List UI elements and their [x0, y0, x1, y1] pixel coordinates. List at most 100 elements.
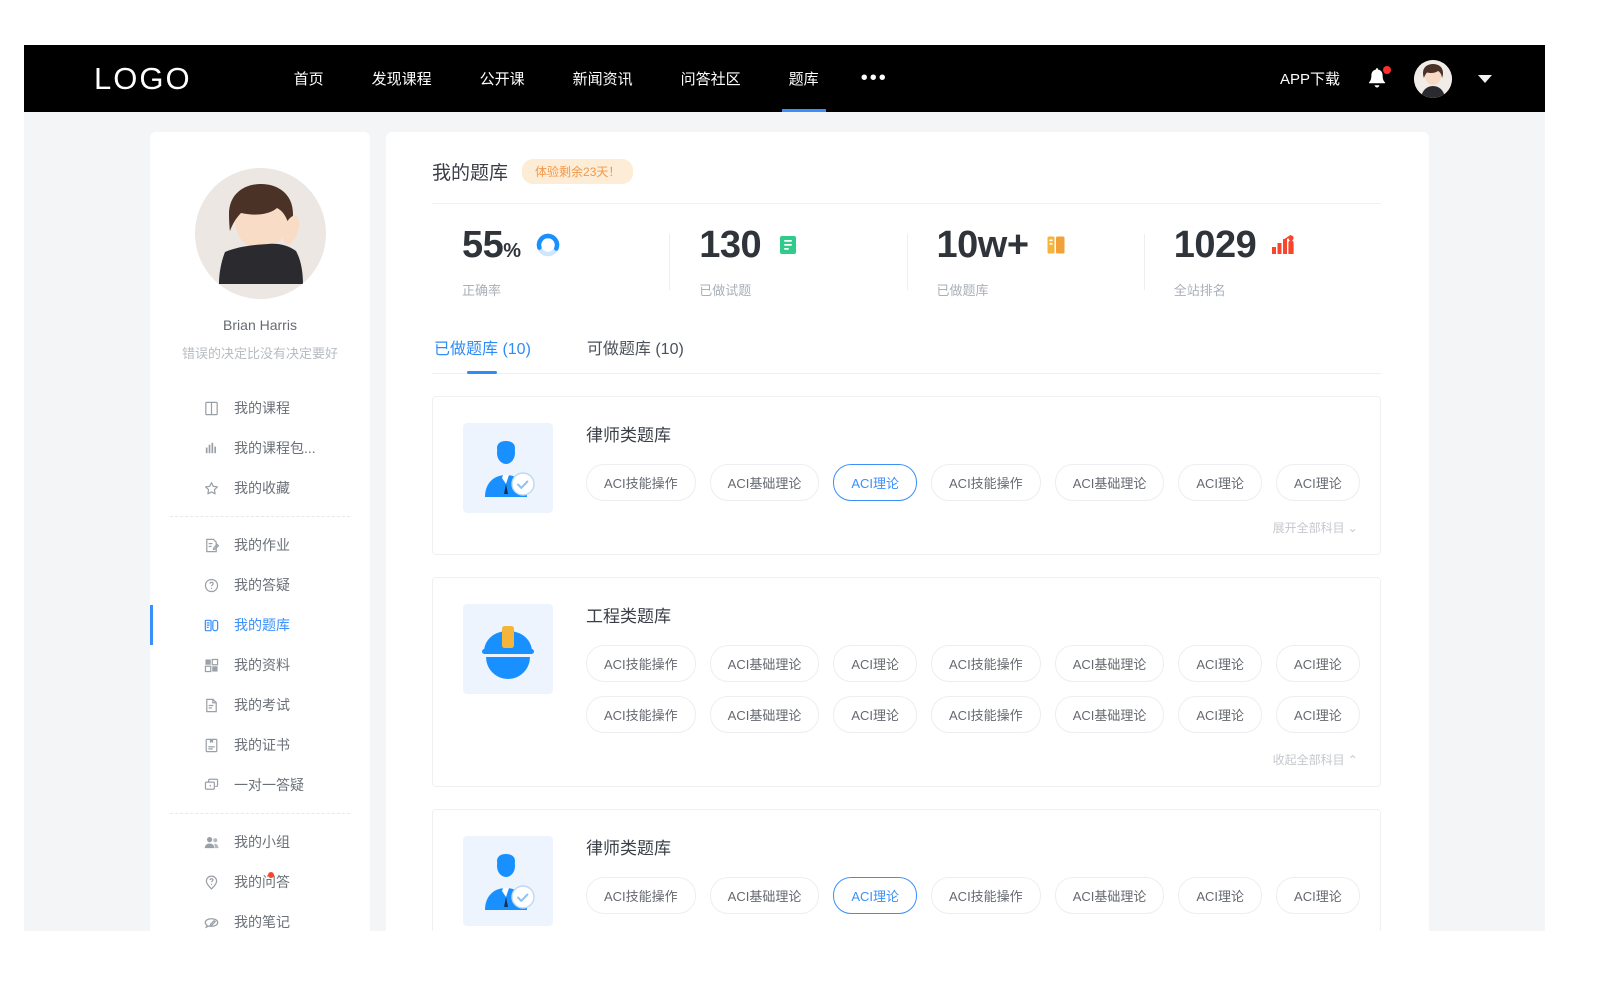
sidebar-item-14[interactable]: 我的问答 — [150, 862, 370, 902]
sidebar: Brian Harris 错误的决定比没有决定要好 我的课程我的课程包... 我的… — [150, 132, 370, 931]
subject-tag[interactable]: ACI基础理论 — [710, 877, 820, 914]
page-body: Brian Harris 错误的决定比没有决定要好 我的课程我的课程包... 我的… — [24, 112, 1545, 931]
lawyer-avatar-icon — [463, 836, 553, 926]
subject-tag[interactable]: ACI基础理论 — [710, 696, 820, 733]
sidebar-item-11[interactable]: 一对一答疑 — [150, 765, 370, 805]
unread-dot — [268, 872, 274, 878]
sidebar-item-5[interactable]: 我的作业 — [150, 525, 370, 565]
toggle-subjects-label: 收起全部科目 — [1273, 753, 1345, 767]
subject-tag[interactable]: ACI理论 — [1178, 877, 1262, 914]
nav-item-6[interactable]: 题库 — [765, 45, 843, 112]
sidebar-item-label: 我的题库 — [234, 615, 290, 635]
subject-tag[interactable]: ACI理论 — [1276, 696, 1360, 733]
subject-tag[interactable]: ACI技能操作 — [586, 645, 696, 682]
site-logo[interactable]: LOGO — [94, 61, 192, 97]
tab-1[interactable]: 已做题库 (10) — [432, 325, 533, 373]
stat-3: 10w+已做题库 — [907, 226, 1144, 299]
nav-item-1[interactable]: 首页 — [270, 45, 348, 112]
main-content: 我的题库 体验剩余23天！ 55%正确率130已做试题10w+已做题库1029全… — [386, 132, 1429, 931]
lawyer-avatar-icon — [477, 850, 539, 912]
stats-row: 55%正确率130已做试题10w+已做题库1029全站排名 — [432, 204, 1381, 311]
stat-label: 正确率 — [462, 280, 669, 299]
subject-tag[interactable]: ACI基础理论 — [710, 645, 820, 682]
notification-bell-button[interactable] — [1366, 67, 1388, 91]
subject-tag[interactable]: ACI理论 — [833, 696, 917, 733]
subject-tag[interactable]: ACI技能操作 — [931, 464, 1041, 501]
subject-tag[interactable]: ACI技能操作 — [586, 464, 696, 501]
subject-tag[interactable]: ACI理论 — [1276, 877, 1360, 914]
subject-tag[interactable]: ACI理论 — [833, 464, 917, 501]
subject-tag[interactable]: ACI基础理论 — [1055, 464, 1165, 501]
sidebar-item-label: 我的作业 — [234, 535, 290, 555]
certificate-icon — [202, 736, 220, 754]
main-header: 我的题库 体验剩余23天！ — [432, 158, 1381, 204]
tag-row: ACI技能操作 ACI基础理论 ACI理论 ACI技能操作 ACI基础理论 ACI理论 AC… — [586, 645, 1360, 682]
subject-tag[interactable]: ACI理论 — [1178, 696, 1262, 733]
sidebar-item-9[interactable]: 我的考试 — [150, 685, 370, 725]
note-pen-icon — [202, 913, 220, 931]
subject-tag[interactable]: ACI理论 — [833, 645, 917, 682]
homework-icon — [202, 536, 220, 554]
group-icon — [202, 833, 220, 851]
sidebar-item-2[interactable]: 我的课程包... — [150, 428, 370, 468]
profile-name: Brian Harris — [150, 317, 370, 333]
card-title: 工程类题库 — [586, 602, 1360, 627]
profile-motto: 错误的决定比没有决定要好 — [150, 343, 370, 362]
red-ranking-icon — [1270, 233, 1296, 257]
subject-tag[interactable]: ACI技能操作 — [931, 645, 1041, 682]
stat-value-row: 1029 — [1174, 226, 1381, 264]
subject-tag[interactable]: ACI基础理论 — [1055, 645, 1165, 682]
app-download-link[interactable]: APP下载 — [1280, 68, 1340, 89]
more-nav-icon[interactable]: ••• — [843, 45, 906, 112]
bar-chart-icon — [202, 439, 220, 457]
sidebar-item-label: 我的课程包... — [234, 438, 316, 458]
subject-tag[interactable]: ACI理论 — [833, 877, 917, 914]
subject-tag[interactable]: ACI基础理论 — [1055, 696, 1165, 733]
donut-progress-icon — [535, 232, 561, 258]
orange-book-icon — [1044, 233, 1068, 257]
subject-tag[interactable]: ACI基础理论 — [1055, 877, 1165, 914]
sidebar-item-6[interactable]: 我的答疑 — [150, 565, 370, 605]
stat-number: 10w+ — [937, 224, 1029, 266]
sidebar-item-1[interactable]: 我的课程 — [150, 388, 370, 428]
sidebar-item-7[interactable]: 我的题库 — [150, 605, 370, 645]
subject-tag[interactable]: ACI基础理论 — [710, 464, 820, 501]
profile-avatar[interactable] — [195, 168, 326, 299]
stat-1: 55% 正确率 — [432, 226, 669, 299]
stat-number: 1029 — [1174, 224, 1257, 266]
tag-row: ACI技能操作 ACI基础理论 ACI理论 ACI技能操作 ACI基础理论 ACI理论 AC… — [586, 464, 1360, 501]
nav-item-2[interactable]: 发现课程 — [348, 45, 456, 112]
card-body: 工程类题库ACI技能操作ACI基础理论ACI理论ACI技能操作ACI基础理论AC… — [553, 600, 1360, 774]
top-navigation-bar: LOGO 首页发现课程公开课新闻资讯问答社区题库 ••• APP下载 — [24, 45, 1545, 112]
user-avatar[interactable] — [1414, 60, 1452, 98]
subject-tag[interactable]: ACI技能操作 — [931, 877, 1041, 914]
profile-avatar-image — [195, 168, 326, 299]
sidebar-item-label: 我的课程 — [234, 398, 290, 418]
sidebar-item-8[interactable]: 我的资料 — [150, 645, 370, 685]
sidebar-item-3[interactable]: 我的收藏 — [150, 468, 370, 508]
subject-tag[interactable]: ACI理论 — [1178, 464, 1262, 501]
sidebar-item-15[interactable]: 我的笔记 — [150, 902, 370, 931]
subject-tag[interactable]: ACI技能操作 — [931, 696, 1041, 733]
toggle-subjects-link[interactable]: 收起全部科目⌃ — [586, 747, 1360, 774]
lawyer-avatar-icon — [477, 437, 539, 499]
stat-value-row: 55% — [462, 226, 669, 264]
nav-item-5[interactable]: 问答社区 — [657, 45, 765, 112]
tab-2[interactable]: 可做题库 (10) — [585, 325, 686, 373]
tag-row: ACI技能操作 ACI基础理论 ACI理论 ACI技能操作 ACI基础理论 ACI理论 AC… — [586, 877, 1360, 914]
subject-tag[interactable]: ACI理论 — [1276, 464, 1360, 501]
sidebar-item-13[interactable]: 我的小组 — [150, 822, 370, 862]
toggle-subjects-link[interactable]: 展开全部科目⌄ — [586, 515, 1360, 542]
subject-tag[interactable]: ACI技能操作 — [586, 696, 696, 733]
subject-tag[interactable]: ACI技能操作 — [586, 877, 696, 914]
stat-2: 130已做试题 — [669, 226, 906, 299]
nav-item-3[interactable]: 公开课 — [456, 45, 549, 112]
subject-tag[interactable]: ACI理论 — [1178, 645, 1262, 682]
sidebar-item-10[interactable]: 我的证书 — [150, 725, 370, 765]
chevron-down-icon[interactable] — [1478, 75, 1492, 83]
subject-tag[interactable]: ACI理论 — [1276, 645, 1360, 682]
tag-row: ACI技能操作 ACI基础理论 ACI理论 ACI技能操作 ACI基础理论 ACI理论 AC… — [586, 696, 1360, 733]
nav-item-4[interactable]: 新闻资讯 — [549, 45, 657, 112]
sidebar-item-label: 我的笔记 — [234, 912, 290, 931]
files-icon — [202, 656, 220, 674]
